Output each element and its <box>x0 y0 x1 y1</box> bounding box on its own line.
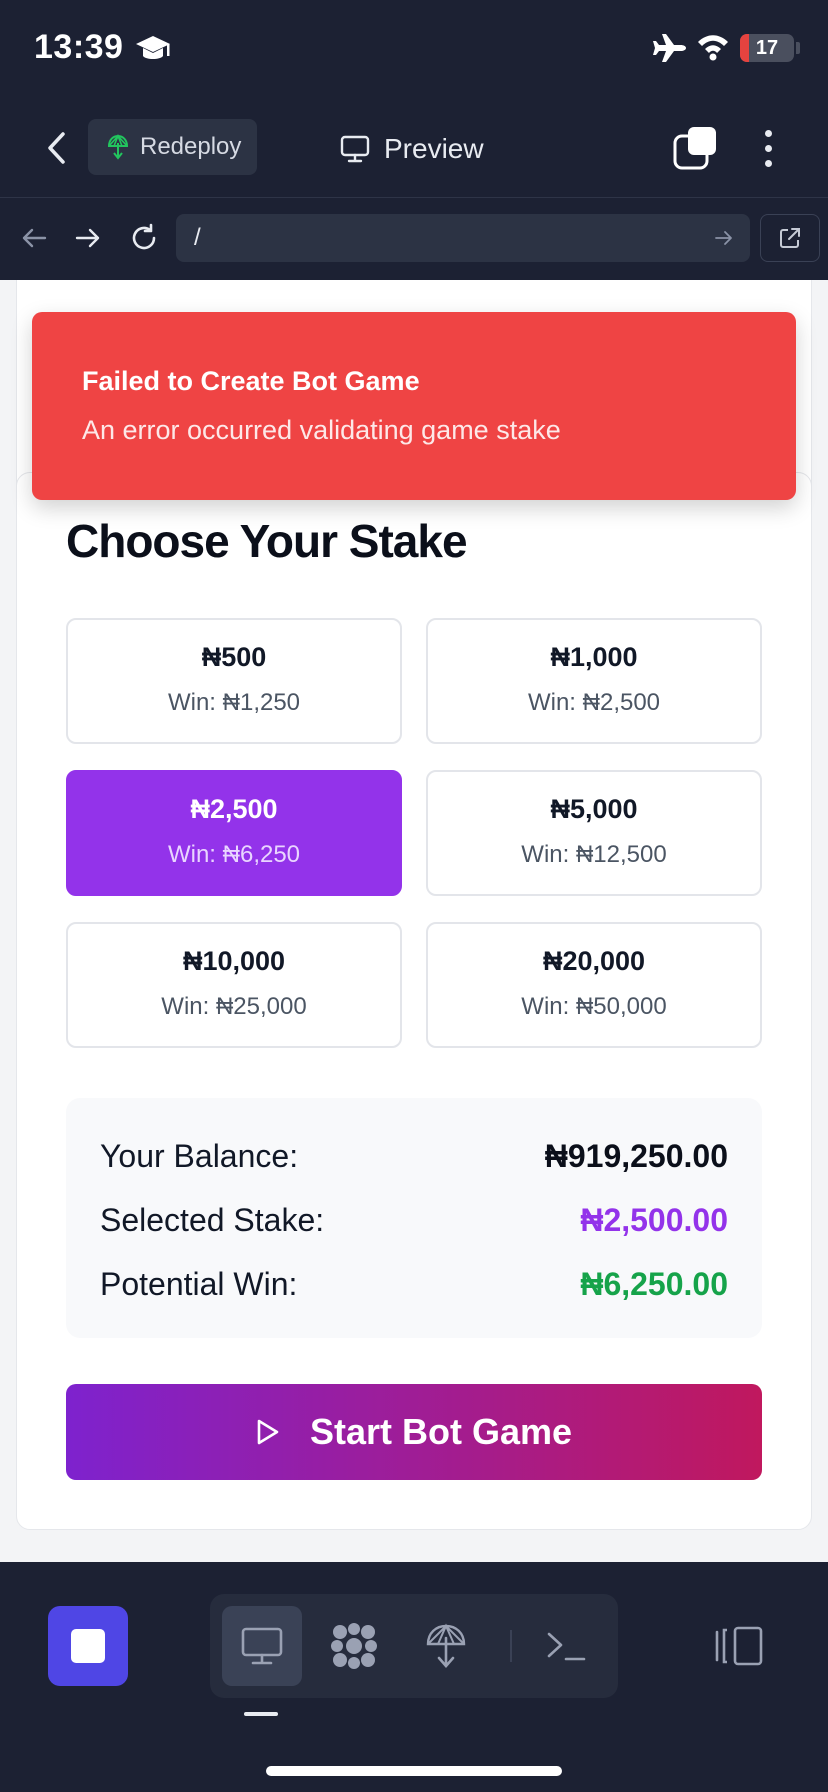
stake-option[interactable]: ₦1,000 Win: ₦2,500 <box>426 618 762 744</box>
selected-stake-row: Selected Stake: ₦2,500.00 <box>100 1200 728 1240</box>
arrow-left-icon <box>22 228 47 248</box>
preview-label: Preview <box>384 133 484 164</box>
start-bot-game-label: Start Bot Game <box>309 1411 573 1452</box>
monitor-icon <box>241 1627 283 1665</box>
stop-icon <box>71 1629 105 1663</box>
stake-amount: ₦5,000 <box>550 794 638 824</box>
stake-amount: ₦2,500 <box>190 794 278 824</box>
url-input[interactable] <box>176 214 750 262</box>
potential-win-value: ₦6,250.00 <box>580 1265 728 1302</box>
apps-icon <box>331 1623 377 1669</box>
stake-option[interactable]: ₦5,000 Win: ₦12,500 <box>426 770 762 896</box>
stake-amount: ₦20,000 <box>542 946 646 976</box>
stake-win: Win: ₦25,000 <box>161 993 307 1020</box>
home-indicator <box>266 1766 562 1776</box>
panel-icon <box>715 1626 763 1666</box>
stake-win: Win: ₦50,000 <box>521 993 667 1020</box>
potential-win-row: Potential Win: ₦6,250.00 <box>100 1264 728 1304</box>
stake-summary: Your Balance: ₦919,250.00 Selected Stake… <box>66 1098 762 1338</box>
stake-heading: Choose Your Stake <box>66 515 468 567</box>
toast-message: An error occurred validating game stake <box>82 415 561 445</box>
selected-stake-label: Selected Stake: <box>100 1201 325 1238</box>
redeploy-icon <box>107 134 129 160</box>
tool-terminal[interactable] <box>526 1606 606 1686</box>
toast-title: Failed to Create Bot Game <box>82 366 420 396</box>
tabs-button[interactable] <box>672 124 720 172</box>
stake-option-selected[interactable]: ₦2,500 Win: ₦6,250 <box>66 770 402 896</box>
more-dot <box>764 159 772 167</box>
app-top-bar: Redeploy Preview <box>0 100 828 198</box>
battery-level: 17 <box>755 37 779 59</box>
arrow-right-icon <box>715 231 732 245</box>
stake-option[interactable]: ₦20,000 Win: ₦50,000 <box>426 922 762 1048</box>
wifi-icon <box>696 32 730 67</box>
go-button[interactable] <box>710 224 738 252</box>
monitor-icon <box>340 135 370 163</box>
tabs-icon <box>673 127 716 170</box>
error-toast[interactable]: Failed to Create Bot Game An error occur… <box>32 312 796 500</box>
status-bar: 13:39 17 <box>0 0 828 100</box>
tool-apps[interactable] <box>314 1606 394 1686</box>
external-link-icon <box>780 228 800 248</box>
bottom-tool-bar <box>0 1562 828 1792</box>
potential-win-label: Potential Win: <box>100 1265 298 1302</box>
stake-win: Win: ₦1,250 <box>167 689 301 716</box>
reload-button[interactable] <box>124 218 164 258</box>
balance-label: Your Balance: <box>100 1137 299 1174</box>
more-dot <box>764 129 772 137</box>
tool-preview[interactable] <box>222 1606 302 1686</box>
url-bar <box>0 198 828 280</box>
redeploy-label: Redeploy <box>140 133 242 160</box>
stake-amount: ₦10,000 <box>182 946 286 976</box>
balance-value: ₦919,250.00 <box>544 1137 728 1174</box>
balance-row: Your Balance: ₦919,250.00 <box>100 1136 728 1176</box>
arrow-right-icon <box>75 228 100 248</box>
chevron-left-icon <box>48 132 65 164</box>
stake-option[interactable]: ₦10,000 Win: ₦25,000 <box>66 922 402 1048</box>
battery-nub <box>796 42 800 54</box>
status-time: 13:39 <box>34 28 124 66</box>
stake-win: Win: ₦12,500 <box>521 841 667 868</box>
airplane-icon <box>652 32 688 69</box>
stake-amount: ₦500 <box>201 642 267 672</box>
panel-toggle-button[interactable] <box>712 1620 766 1672</box>
back-button[interactable] <box>36 124 76 172</box>
deploy-icon <box>426 1623 466 1668</box>
stake-win: Win: ₦6,250 <box>167 841 301 868</box>
terminal-icon <box>547 1632 586 1661</box>
active-tool-indicator <box>244 1712 278 1716</box>
battery-icon: 17 <box>740 34 794 62</box>
tool-divider <box>510 1630 512 1662</box>
stop-button[interactable] <box>48 1606 128 1686</box>
selected-stake-value: ₦2,500.00 <box>580 1201 728 1238</box>
stake-option[interactable]: ₦500 Win: ₦1,250 <box>66 618 402 744</box>
start-bot-game-button[interactable]: Start Bot Game <box>66 1384 762 1480</box>
redeploy-button[interactable]: Redeploy <box>88 119 257 175</box>
tool-deploy[interactable] <box>406 1606 486 1686</box>
open-external-button[interactable] <box>760 214 820 262</box>
preview-viewport: Failed to Create Bot Game An error occur… <box>0 280 828 1562</box>
more-options-button[interactable] <box>750 124 786 172</box>
reload-icon <box>132 223 156 250</box>
stake-win: Win: ₦2,500 <box>527 689 661 716</box>
tool-group <box>210 1594 618 1698</box>
play-icon <box>257 1419 279 1445</box>
preview-title: Preview <box>340 126 484 172</box>
graduation-cap-icon <box>134 32 172 71</box>
nav-forward-button[interactable] <box>68 218 108 258</box>
more-dot <box>764 144 772 152</box>
stake-amount: ₦1,000 <box>550 642 638 672</box>
nav-back-button[interactable] <box>14 218 54 258</box>
